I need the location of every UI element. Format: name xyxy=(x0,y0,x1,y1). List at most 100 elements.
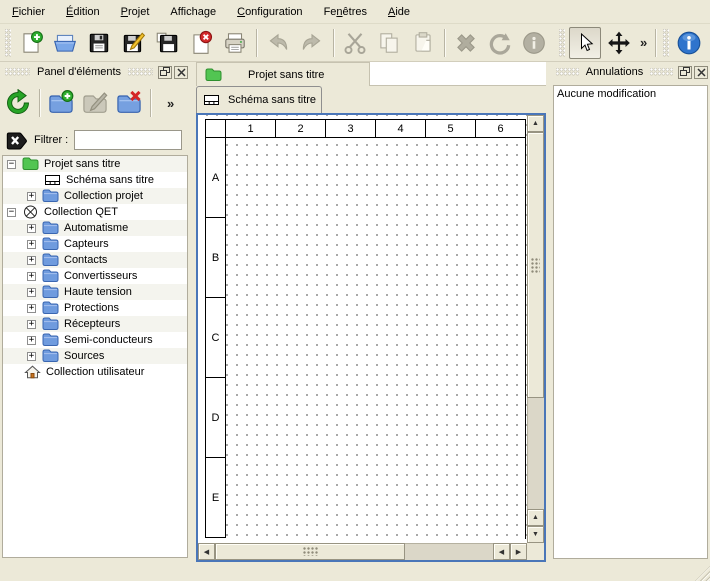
more-tools-chevron[interactable]: » xyxy=(636,35,651,50)
toolbar-drag-handle[interactable] xyxy=(5,29,11,57)
paste-button[interactable] xyxy=(407,27,439,59)
expand-expander-icon[interactable]: + xyxy=(27,320,36,329)
undo-panel-titlebar[interactable]: Annulations xyxy=(551,62,710,82)
scroll-up-button[interactable]: ▲ xyxy=(527,115,544,132)
tree-item-semi-conducteurs[interactable]: + Semi-conducteurs xyxy=(3,332,187,348)
expand-expander-icon[interactable]: + xyxy=(27,304,36,313)
horizontal-scrollbar-thumb[interactable] xyxy=(215,543,405,560)
copy-icon xyxy=(376,30,402,56)
collapse-expander-icon[interactable]: − xyxy=(7,208,16,217)
row-header-column: A B C D E xyxy=(205,137,226,538)
save-as-button[interactable] xyxy=(117,27,149,59)
open-document-button[interactable] xyxy=(49,27,81,59)
close-document-button[interactable] xyxy=(185,27,217,59)
tree-item-automatisme[interactable]: + Automatisme xyxy=(3,220,187,236)
menu-affichage[interactable]: Affichage xyxy=(162,3,224,21)
about-button[interactable] xyxy=(673,27,705,59)
vertical-scrollbar[interactable]: ▲ ▲ ▼ xyxy=(527,115,544,543)
undo-history-list[interactable]: Aucune modification xyxy=(553,85,708,559)
scroll-up-button-bottom[interactable]: ▲ xyxy=(527,509,544,526)
expand-expander-icon[interactable]: + xyxy=(27,336,36,345)
reload-collections-button[interactable] xyxy=(2,87,34,119)
expand-expander-icon[interactable]: + xyxy=(27,272,36,281)
schema-icon xyxy=(44,173,61,187)
copy-button[interactable] xyxy=(373,27,405,59)
cut-button[interactable] xyxy=(339,27,371,59)
tree-item-protections[interactable]: + Protections xyxy=(3,300,187,316)
expand-expander-icon[interactable]: + xyxy=(27,256,36,265)
tree-item-collection-utilisateur[interactable]: Collection utilisateur xyxy=(3,364,187,380)
close-panel-button[interactable] xyxy=(174,66,188,79)
tree-item-convertisseurs[interactable]: + Convertisseurs xyxy=(3,268,187,284)
column-header: 5 xyxy=(425,119,476,138)
tree-item-label: Automatisme xyxy=(64,222,132,234)
scroll-down-button[interactable]: ▼ xyxy=(527,526,544,543)
tree-item-contacts[interactable]: + Contacts xyxy=(3,252,187,268)
project-tab-bar: Projet sans titre xyxy=(196,62,546,86)
tree-item-recepteurs[interactable]: + Récepteurs xyxy=(3,316,187,332)
filter-input[interactable] xyxy=(74,130,182,150)
menu-edition[interactable]: Édition xyxy=(58,3,108,21)
float-panel-button[interactable] xyxy=(158,66,172,79)
expand-expander-icon[interactable]: + xyxy=(27,192,36,201)
expand-expander-icon[interactable]: + xyxy=(27,288,36,297)
info-button[interactable] xyxy=(518,27,550,59)
tree-item-haute-tension[interactable]: + Haute tension xyxy=(3,284,187,300)
save-all-button[interactable] xyxy=(151,27,183,59)
menu-fenetres[interactable]: Fenêtres xyxy=(316,3,375,21)
up-arrow-icon: ▲ xyxy=(532,514,539,521)
print-button[interactable] xyxy=(219,27,251,59)
more-collection-buttons-chevron[interactable]: » xyxy=(163,96,178,111)
save-button[interactable] xyxy=(83,27,115,59)
tree-item-sources[interactable]: + Sources xyxy=(3,348,187,364)
delete-button[interactable] xyxy=(450,27,482,59)
folder-icon xyxy=(42,317,59,331)
menu-configuration[interactable]: Configuration xyxy=(229,3,310,21)
delete-category-button[interactable] xyxy=(113,87,145,119)
expand-expander-icon[interactable]: + xyxy=(27,240,36,249)
float-panel-button[interactable] xyxy=(678,66,692,79)
clear-filter-icon[interactable] xyxy=(6,131,28,150)
expand-expander-icon[interactable]: + xyxy=(27,352,36,361)
tab-schema-sans-titre[interactable]: Schéma sans titre xyxy=(196,86,322,113)
more-buttons-chevron[interactable]: » xyxy=(706,35,710,50)
rotate-button[interactable] xyxy=(484,27,516,59)
scroll-right-button[interactable]: ▶ xyxy=(510,543,527,560)
tab-label: Schéma sans titre xyxy=(228,94,316,106)
expand-expander-icon[interactable]: + xyxy=(27,224,36,233)
toolbar-drag-handle[interactable] xyxy=(663,29,669,57)
schema-viewport[interactable]: 1 2 3 4 5 6 A B C D E xyxy=(198,115,527,543)
tree-item-collection-qet[interactable]: − Collection QET xyxy=(3,204,187,220)
select-mode-button[interactable] xyxy=(569,27,601,59)
toolbar-drag-handle[interactable] xyxy=(559,29,565,57)
new-category-button[interactable] xyxy=(45,87,77,119)
down-arrow-icon: ▼ xyxy=(532,531,539,538)
scroll-left-button[interactable]: ◀ xyxy=(198,543,215,560)
undo-button[interactable] xyxy=(262,27,294,59)
horizontal-scrollbar[interactable]: ◀ ◀ ▶ xyxy=(198,543,527,560)
tree-item-collection-projet[interactable]: + Collection projet xyxy=(3,188,187,204)
new-document-button[interactable] xyxy=(15,27,47,59)
edit-category-button[interactable] xyxy=(79,87,111,119)
elements-panel-titlebar[interactable]: Panel d'éléments xyxy=(0,62,190,82)
tree-item-label: Semi-conducteurs xyxy=(64,334,157,346)
tree-item-project[interactable]: − Projet sans titre xyxy=(3,156,187,172)
menu-fichier[interactable]: Fichier xyxy=(4,3,53,21)
tree-item-capteurs[interactable]: + Capteurs xyxy=(3,236,187,252)
move-mode-button[interactable] xyxy=(603,27,635,59)
vertical-scrollbar-thumb[interactable] xyxy=(527,132,544,398)
menu-projet[interactable]: Projet xyxy=(113,3,158,21)
menu-aide[interactable]: Aide xyxy=(380,3,418,21)
schema-canvas[interactable]: 1 2 3 4 5 6 A B C D E ▲ ▲ ▼ ◀ ◀ ▶ xyxy=(196,113,546,562)
tree-item-schema[interactable]: Schéma sans titre xyxy=(3,172,187,188)
filter-row: Filtrer : xyxy=(2,128,188,152)
schema-icon xyxy=(203,93,220,107)
redo-button[interactable] xyxy=(296,27,328,59)
close-panel-button[interactable] xyxy=(694,66,708,79)
collapse-expander-icon[interactable]: − xyxy=(7,160,16,169)
scroll-left-button-right[interactable]: ◀ xyxy=(493,543,510,560)
tree-item-label: Collection projet xyxy=(64,190,147,202)
tree-item-label: Sources xyxy=(64,350,108,362)
tab-projet-sans-titre[interactable]: Projet sans titre xyxy=(196,62,370,86)
folder-icon xyxy=(42,189,59,203)
